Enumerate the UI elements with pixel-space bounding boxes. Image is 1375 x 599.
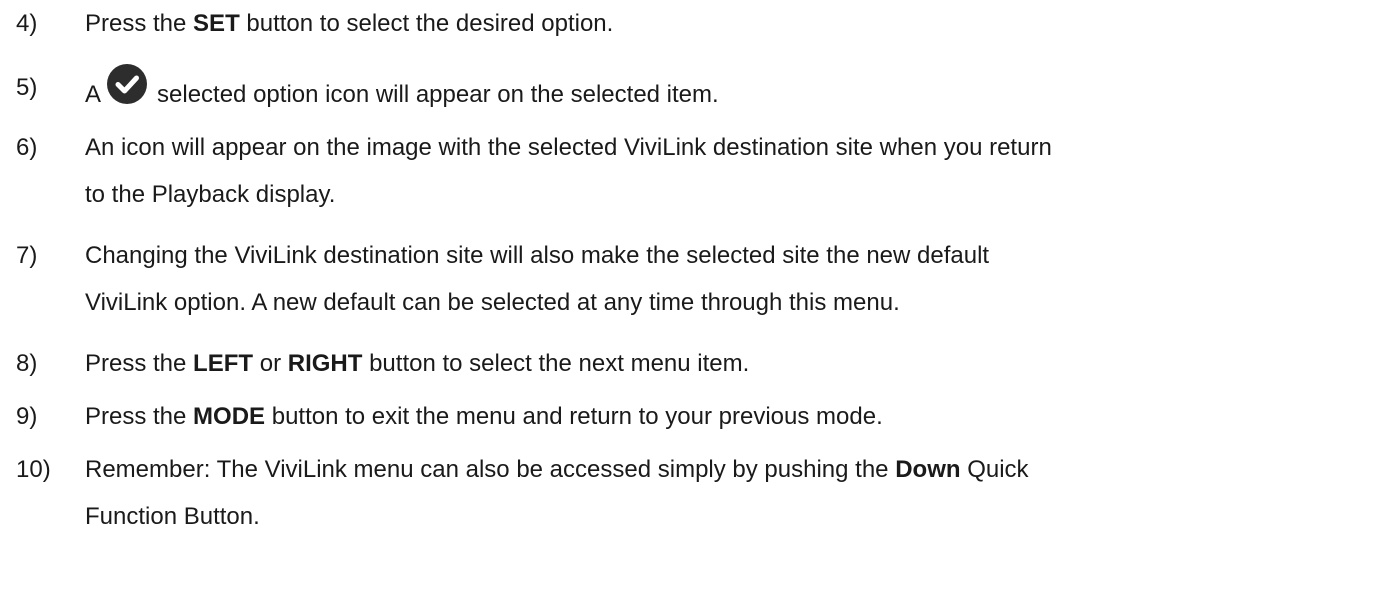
step-text-line-2: to the Playback display.: [85, 181, 336, 208]
step-text-line-1: Remember: The ViviLink menu can also be …: [85, 446, 1370, 493]
step-number: 7): [16, 242, 38, 269]
text-run: Press the: [85, 350, 194, 377]
instruction-list: 4) Press the SET button to select the de…: [0, 0, 1375, 599]
step-text-line-2: Function Button.: [85, 503, 260, 530]
step-text-line-2: ViviLink option. A new default can be se…: [85, 289, 900, 316]
text-run: button to select the desired option.: [239, 10, 614, 37]
step-number: 10): [16, 456, 51, 483]
bold-term: LEFT: [193, 350, 254, 377]
text-run: or: [253, 350, 288, 377]
step-number: 5): [16, 74, 38, 101]
text-run: Remember: The ViviLink menu can also be …: [85, 456, 896, 483]
bold-term: RIGHT: [287, 350, 363, 377]
text-run: Quick: [960, 456, 1029, 483]
text-run: button to exit the menu and return to yo…: [265, 403, 883, 430]
step-number: 8): [16, 350, 38, 377]
step-number: 4): [16, 10, 38, 37]
check-circle-icon: [107, 64, 148, 104]
text-run: selected option icon will appear on the …: [157, 81, 719, 108]
bold-term: MODE: [193, 403, 266, 430]
text-run: Press the: [85, 10, 194, 37]
text-run: button to select the next menu item.: [362, 350, 750, 377]
step-text: Press the LEFT or RIGHT button to select…: [85, 340, 1370, 387]
text-run: Press the: [85, 403, 194, 430]
bold-term: Down: [895, 456, 961, 483]
step-text: Aselected option icon will appear on the…: [85, 64, 1370, 118]
step-text-line-1: An icon will appear on the image with th…: [85, 134, 1052, 161]
bold-term: SET: [193, 10, 240, 37]
step-text: Press the MODE button to exit the menu a…: [85, 393, 1370, 440]
text-run: A: [85, 81, 102, 108]
step-number: 9): [16, 403, 38, 430]
step-text: Press the SET button to select the desir…: [85, 0, 1370, 47]
step-number: 6): [16, 134, 38, 161]
step-text-line-1: Changing the ViviLink destination site w…: [85, 242, 990, 269]
